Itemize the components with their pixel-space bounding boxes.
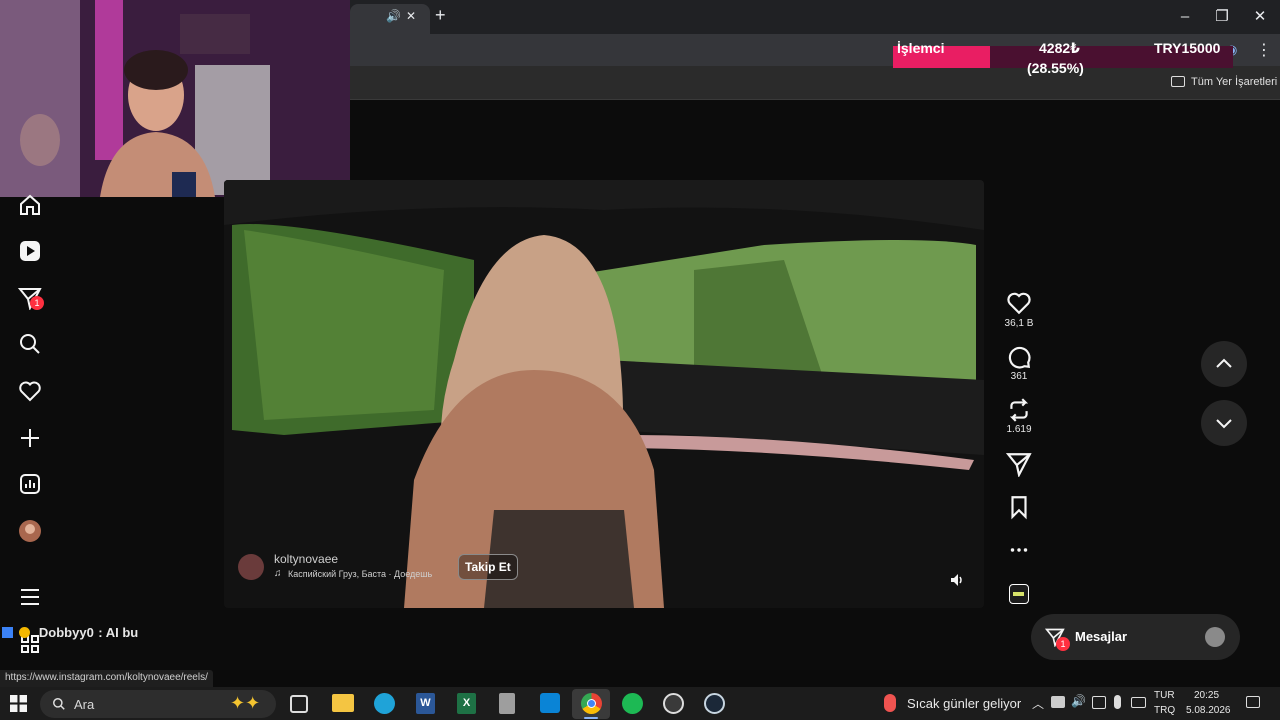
- excel-icon[interactable]: X: [457, 693, 476, 714]
- menu-icon[interactable]: [18, 585, 42, 609]
- language-bottom[interactable]: TRQ: [1154, 705, 1175, 716]
- new-tab-button[interactable]: +: [435, 5, 446, 26]
- reels-icon[interactable]: [18, 239, 42, 263]
- maximize-button[interactable]: ❐: [1210, 6, 1234, 28]
- reel-username[interactable]: koltynovaee: [274, 552, 338, 566]
- direct-icon[interactable]: 1: [17, 286, 44, 311]
- weather-text[interactable]: Sıcak günler geliyor: [907, 696, 1021, 711]
- donation-goal-widget: İşlemci 4282₺ (28.55%) TRY15000: [893, 38, 1233, 76]
- repost-icon[interactable]: [1006, 397, 1032, 423]
- music-note-icon: ♫: [274, 568, 282, 579]
- file-explorer-icon[interactable]: [332, 694, 354, 712]
- chrome-icon-active[interactable]: [572, 689, 610, 719]
- task-view-icon[interactable]: [290, 695, 308, 713]
- clock-time[interactable]: 20:25: [1194, 690, 1219, 701]
- follow-button[interactable]: Takip Et: [458, 554, 518, 580]
- word-icon[interactable]: W: [416, 693, 435, 714]
- next-reel-button[interactable]: [1201, 400, 1247, 446]
- all-bookmarks-link[interactable]: Tüm Yer İşaretleri: [1191, 76, 1277, 88]
- messages-avatar: [1205, 627, 1225, 647]
- comment-icon[interactable]: [1006, 344, 1032, 370]
- share-icon[interactable]: [1005, 451, 1032, 478]
- donation-goal: TRY15000: [1154, 40, 1221, 56]
- chat-username: Dobbyy0: [38, 625, 94, 640]
- notification-icon[interactable]: [1246, 696, 1260, 708]
- search-icon[interactable]: [18, 332, 42, 356]
- plus-icon[interactable]: [18, 426, 42, 450]
- tab-close-icon[interactable]: ✕: [406, 9, 416, 23]
- profile-avatar[interactable]: [18, 519, 42, 543]
- weather-icon: [884, 694, 896, 712]
- donation-percent: (28.55%): [1027, 60, 1084, 76]
- save-icon[interactable]: [1006, 494, 1032, 520]
- minimize-button[interactable]: –: [1173, 6, 1197, 28]
- status-url: https://www.instagram.com/koltynovaee/re…: [0, 670, 213, 687]
- store-icon[interactable]: [540, 693, 560, 713]
- clock-date[interactable]: 5.08.2026: [1186, 705, 1231, 716]
- video-frame: [224, 180, 984, 608]
- webcam-overlay: [0, 0, 350, 197]
- messages-label: Mesajlar: [1075, 629, 1128, 644]
- more-options-icon[interactable]: [1006, 537, 1032, 563]
- copilot-sparkle-icon: ✦✦: [230, 693, 261, 713]
- repost-count: 1.619: [1006, 424, 1032, 435]
- language-top[interactable]: TUR: [1154, 690, 1175, 701]
- recording-app-icon[interactable]: [663, 693, 684, 714]
- heart-icon[interactable]: [18, 379, 42, 403]
- donation-amount: 4282₺: [1039, 40, 1080, 56]
- like-icon[interactable]: [1006, 290, 1032, 316]
- chrome-icon: [581, 693, 602, 714]
- comment-count: 361: [1010, 371, 1028, 382]
- direct-badge: 1: [30, 296, 44, 310]
- browser-menu-icon[interactable]: ⋮: [1256, 40, 1272, 60]
- taskbar-search-placeholder: Ara: [74, 697, 95, 712]
- taskbar-search[interactable]: Ara ✦✦: [40, 690, 276, 718]
- chat-badge-icon: [2, 627, 13, 639]
- close-window-button[interactable]: ✕: [1248, 6, 1272, 28]
- reel-audio[interactable]: Каспийский Груз, Баста · Доедешь: [288, 569, 432, 579]
- audio-thumbnail[interactable]: [1009, 584, 1029, 604]
- volume-tray-icon[interactable]: 🔊: [1071, 694, 1086, 708]
- follow-button-label: Takip Et: [465, 560, 511, 574]
- search-icon: [52, 697, 66, 711]
- chat-badge-icon: [19, 627, 31, 639]
- dashboard-icon[interactable]: [18, 472, 42, 496]
- previous-reel-button[interactable]: [1201, 341, 1247, 387]
- spotify-icon[interactable]: [622, 693, 643, 714]
- donation-label: İşlemci: [897, 40, 945, 56]
- start-button[interactable]: [10, 695, 27, 712]
- messages-button[interactable]: 1 Mesajlar: [1031, 614, 1240, 660]
- chat-message: : AI bu: [98, 625, 139, 640]
- windows-taskbar: Ara ✦✦ W X Sıcak günler geliyor ︿ 🔊 TUR …: [0, 687, 1280, 720]
- folder-icon: [1171, 76, 1185, 87]
- reel-video[interactable]: koltynovaee ♫ Каспийский Груз, Баста · Д…: [224, 180, 984, 608]
- tray-app-icon[interactable]: [1092, 696, 1106, 709]
- tab-audio-icon[interactable]: 🔊: [386, 9, 401, 23]
- calculator-icon[interactable]: [499, 693, 515, 714]
- edge-browser-icon[interactable]: [374, 693, 395, 714]
- tray-app-icon[interactable]: [1051, 696, 1065, 708]
- messages-badge: 1: [1056, 637, 1070, 651]
- stream-chat-line: Dobbyy0 : AI bu: [2, 624, 138, 642]
- network-icon[interactable]: [1131, 697, 1146, 708]
- tray-expand-icon[interactable]: ︿: [1032, 695, 1044, 712]
- home-icon[interactable]: [18, 193, 42, 217]
- steam-icon[interactable]: [704, 693, 725, 714]
- volume-icon[interactable]: [949, 572, 965, 588]
- like-count: 36,1 B: [1004, 318, 1034, 329]
- reel-author-avatar[interactable]: [238, 554, 264, 580]
- microphone-icon[interactable]: [1114, 695, 1121, 709]
